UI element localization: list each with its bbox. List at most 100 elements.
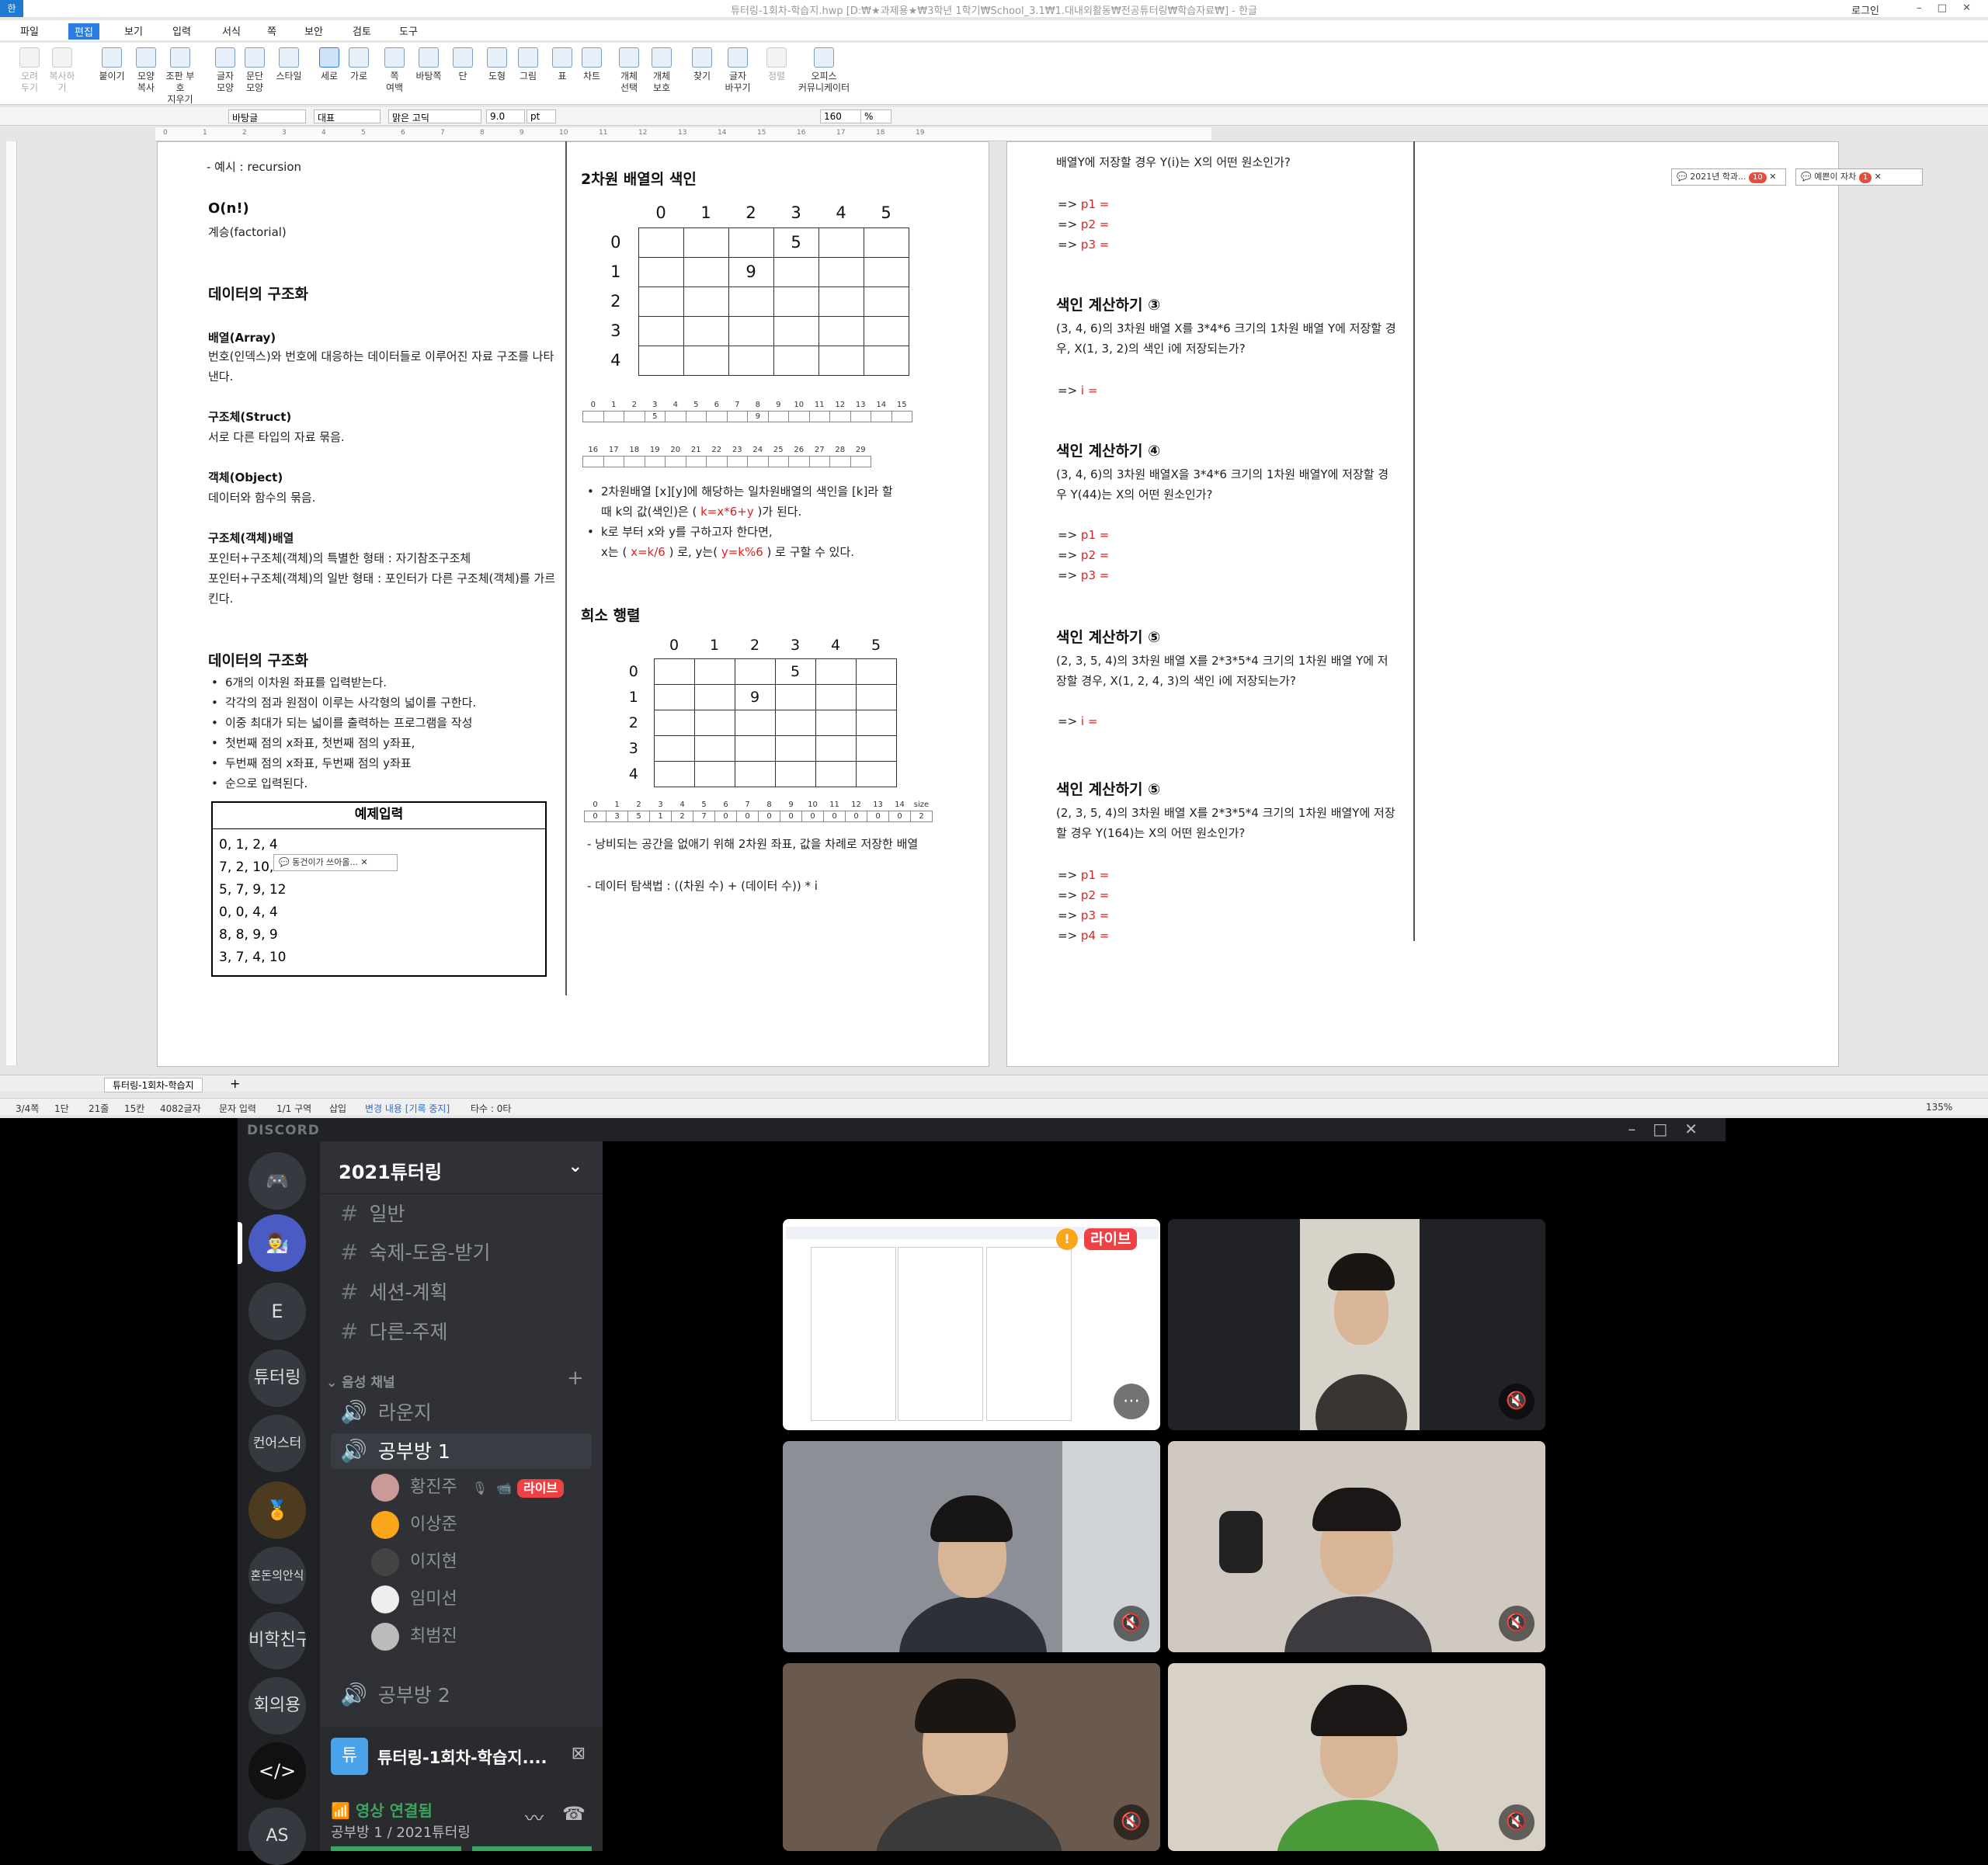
menu-format[interactable]: 서식 <box>222 23 241 38</box>
menu-insert[interactable]: 입력 <box>172 23 191 38</box>
voice-lounge[interactable]: 🔊 라운지 <box>331 1394 592 1430</box>
video-tile[interactable]: 🔇 <box>783 1663 1160 1851</box>
ribbon-button[interactable]: 도형 <box>480 47 514 82</box>
ribbon-button[interactable]: 바탕쪽 <box>412 47 446 82</box>
ribbon-button[interactable]: 정렬 <box>759 47 794 82</box>
server-icon-tutoring[interactable]: 👨‍🔬 <box>248 1214 306 1272</box>
grid-col-header: 0 <box>654 633 694 659</box>
ribbon-button[interactable]: 그림 <box>511 47 545 82</box>
voice-member[interactable]: 이지현 <box>371 1547 457 1578</box>
ribbon-button[interactable]: 문단 모양 <box>238 47 272 94</box>
voice-member[interactable]: 황진주 🎙 📹 라이브 <box>371 1472 565 1503</box>
strip-cell <box>665 455 686 467</box>
memo-tab-1[interactable]: 💬 2021년 학과... 10 ✕ <box>1671 168 1786 186</box>
ribbon-button[interactable]: 단 <box>446 47 480 82</box>
screen-share-tile[interactable]: ! 라이브 ⋯ <box>783 1219 1160 1430</box>
strip-cell: 3 <box>606 810 628 822</box>
ribbon-button[interactable]: 찾기 <box>685 47 719 82</box>
menu-file[interactable]: 파일 <box>20 23 39 38</box>
server-icon-laurel[interactable]: 🏅 <box>248 1481 306 1539</box>
strip-cell: 0 <box>714 810 737 822</box>
strip-cell <box>665 410 686 422</box>
channel-general[interactable]: # 일반 <box>331 1196 592 1231</box>
add-channel-icon[interactable]: + <box>567 1367 584 1390</box>
video-tile[interactable]: 🔇 <box>783 1441 1160 1652</box>
stop-stream-icon[interactable]: ⊠ <box>572 1744 586 1763</box>
document-tab[interactable]: 튜터링-1회차-학습지 <box>104 1078 203 1092</box>
ribbon-button[interactable]: 복사하기 <box>45 47 79 94</box>
voice-study-2[interactable]: 🔊 공부방 2 <box>331 1677 592 1713</box>
menu-page[interactable]: 쪽 <box>267 23 276 38</box>
font-size-input[interactable]: 9.0 <box>486 109 525 123</box>
voice-member[interactable]: 이상준 <box>371 1509 457 1540</box>
strip-cell <box>747 455 769 467</box>
ribbon-tool-icon <box>453 47 473 68</box>
noise-suppression-icon[interactable]: 〰 <box>525 1803 544 1830</box>
menu-tools[interactable]: 도구 <box>399 23 418 38</box>
server-header[interactable]: 2021튜터링 ⌄ <box>320 1141 603 1194</box>
voice-member[interactable]: 임미선 <box>371 1584 457 1615</box>
video-tile[interactable]: 🔇 <box>1168 1663 1545 1851</box>
ribbon-tool-icon <box>279 47 299 68</box>
grid-cell <box>728 227 774 258</box>
server-icon[interactable]: 혼돈의안식 <box>248 1547 306 1604</box>
server-icon-e[interactable]: E <box>248 1283 306 1340</box>
ribbon-button[interactable]: 개체 보호 <box>645 47 679 94</box>
ribbon-button[interactable]: 차트 <box>575 47 609 82</box>
add-tab-icon[interactable]: + <box>230 1076 240 1091</box>
ribbon-button[interactable]: 개체 선택 <box>612 47 646 94</box>
memo-comment[interactable]: 💬 동건이가 쓰아올... ✕ <box>273 854 398 871</box>
more-options-icon[interactable]: ⋯ <box>1114 1384 1149 1419</box>
ribbon-button[interactable]: 모양 복사 <box>129 47 163 94</box>
channel-session[interactable]: # 세션-계획 <box>331 1274 592 1310</box>
ribbon-button[interactable]: 스타일 <box>272 47 306 82</box>
ribbon-button[interactable]: 오피스 커뮤니케이터 <box>797 47 851 94</box>
menu-edit[interactable]: 편집 <box>68 23 99 40</box>
video-button[interactable] <box>331 1846 461 1851</box>
video-tile[interactable]: 🔇 <box>1168 1219 1545 1430</box>
document-page-right[interactable] <box>1006 141 1839 1067</box>
zoom-unit[interactable]: % <box>860 109 891 123</box>
window-controls[interactable]: – □ ✕ <box>1917 2 1977 14</box>
strip-index: 17 <box>608 446 619 455</box>
screen-button[interactable] <box>472 1846 592 1851</box>
font-select[interactable]: 맑은 고딕 <box>388 109 481 123</box>
menu-review[interactable]: 검토 <box>353 23 371 38</box>
ribbon-button[interactable]: 쪽 여백 <box>377 47 412 94</box>
outline-select[interactable]: 대표 <box>314 109 381 123</box>
channel-homework[interactable]: # 숙제-도움-받기 <box>331 1235 592 1270</box>
section-index-6: 색인 계산하기 ⑤ <box>1056 781 1161 798</box>
server-icon[interactable]: 컨어스터 <box>248 1415 306 1472</box>
server-icon-code[interactable]: </> <box>248 1742 306 1800</box>
close-icon[interactable]: ✕ <box>361 857 368 867</box>
voice-member[interactable]: 최범진 <box>371 1621 457 1652</box>
server-icon[interactable]: 튜터링 <box>248 1349 306 1407</box>
server-icon[interactable]: AS <box>248 1808 306 1865</box>
ribbon-button[interactable]: 오려 두기 <box>12 47 47 94</box>
server-icon[interactable]: 비학친구 <box>248 1612 306 1669</box>
strip-index: 16 <box>588 446 599 455</box>
disconnect-icon[interactable]: ☎ <box>562 1803 586 1825</box>
video-tile[interactable]: 🔇 <box>1168 1441 1545 1652</box>
style-select[interactable]: 바탕글 <box>228 109 306 123</box>
menu-view[interactable]: 보기 <box>124 23 143 38</box>
window-controls[interactable]: –□✕ <box>1628 1120 1715 1138</box>
voice-category[interactable]: ⌄ 음성 채널 + <box>326 1367 584 1391</box>
menu-security[interactable]: 보안 <box>304 23 323 38</box>
voice-study-1[interactable]: 🔊 공부방 1 <box>331 1433 592 1469</box>
strip-cell: 2 <box>910 810 933 822</box>
ribbon-button[interactable]: 가로 <box>342 47 376 82</box>
ribbon-button[interactable]: 글자 바꾸기 <box>721 47 755 94</box>
ribbon-button[interactable]: 조판 부호 지우기 <box>163 47 197 106</box>
memo-tab-2[interactable]: 💬 예쁜이 자차 1 ✕ <box>1795 168 1923 186</box>
login-link[interactable]: 로그인 <box>1851 2 1879 17</box>
ribbon-button[interactable]: 붙이기 <box>95 47 129 82</box>
mic-muted-icon: 🎙 <box>471 1481 488 1495</box>
font-unit-select[interactable]: pt <box>527 109 556 123</box>
zoom-input[interactable]: 160 <box>820 109 867 123</box>
channel-other[interactable]: # 다른-주제 <box>331 1314 592 1349</box>
server-icon[interactable]: 회의용 <box>248 1677 306 1735</box>
discord-home-icon[interactable]: 🎮 <box>248 1152 306 1210</box>
grid-row-header: 0 <box>613 658 655 684</box>
grid-cell <box>683 315 729 346</box>
